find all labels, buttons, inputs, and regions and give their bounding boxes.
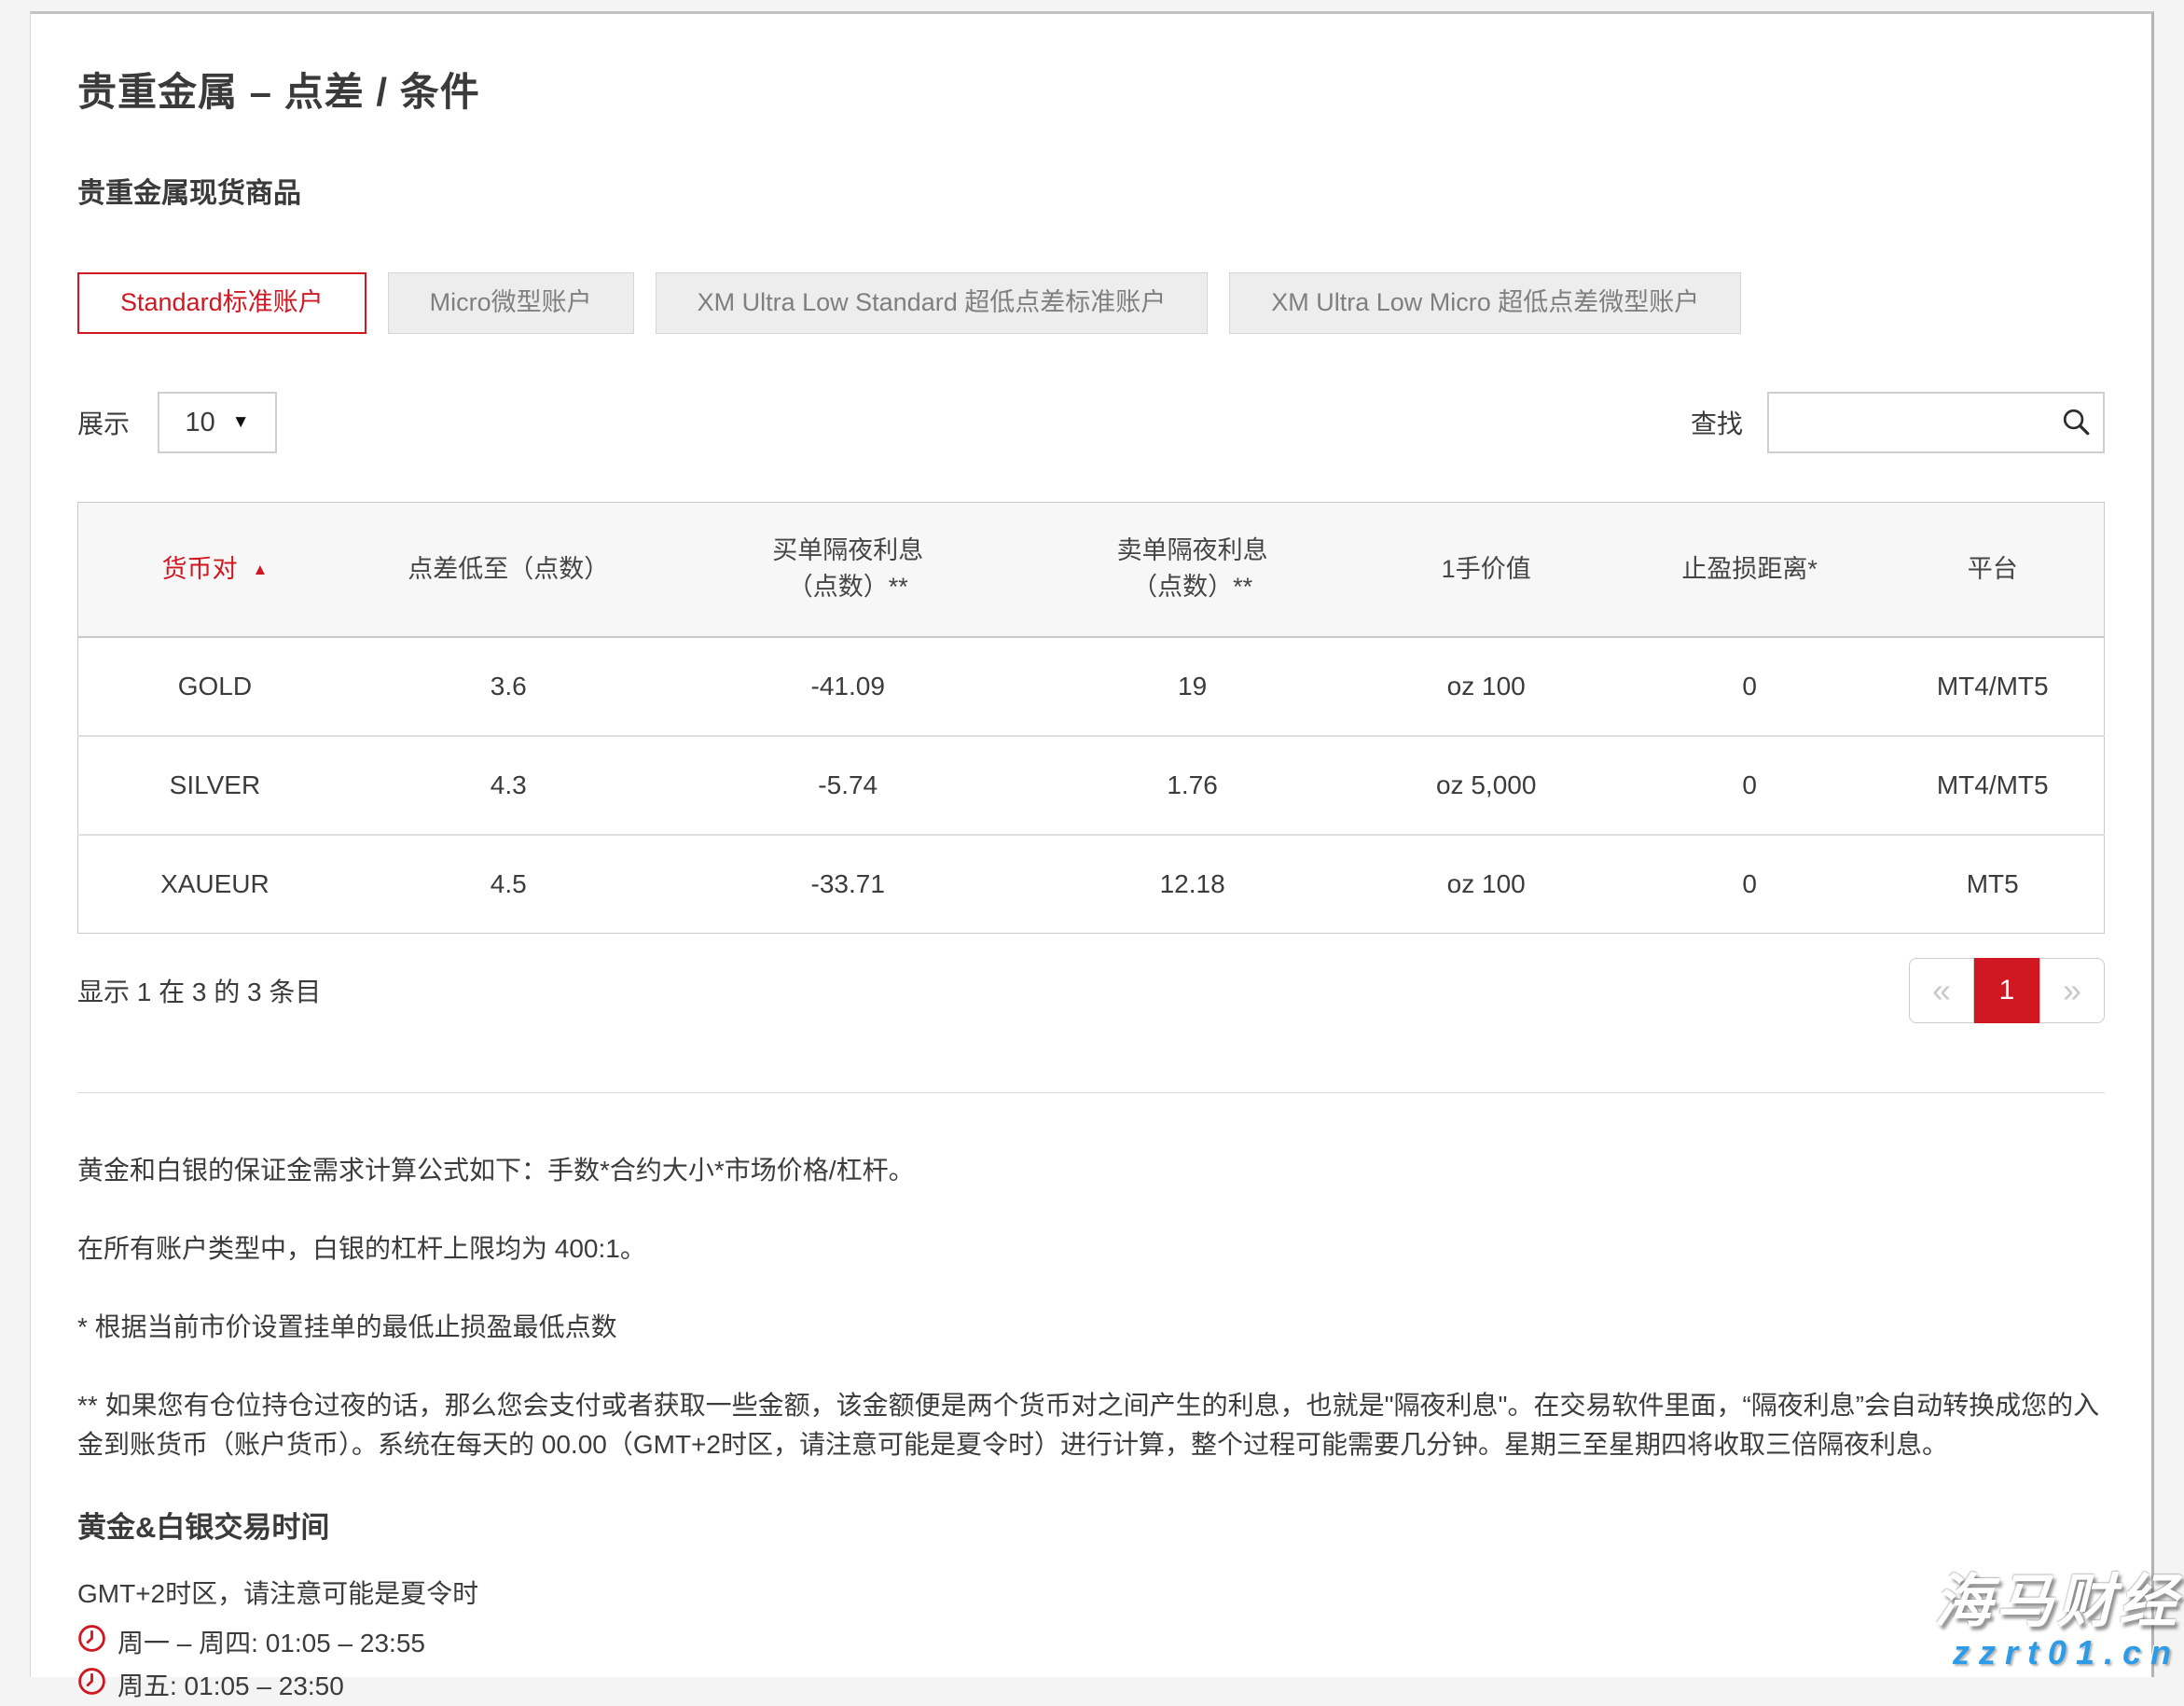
- schedule-fri: 周五: 01:05 – 23:50: [77, 1663, 2105, 1706]
- cell-swap-long: -33.71: [666, 835, 1030, 934]
- pagination-prev-button[interactable]: «: [1909, 958, 1974, 1023]
- search-icon: [2060, 406, 2092, 442]
- tab-ultra-low-standard-account[interactable]: XM Ultra Low Standard 超低点差标准账户: [656, 272, 1209, 334]
- cell-swap-short: 1.76: [1030, 736, 1355, 835]
- column-header-spread[interactable]: 点差低至（点数）: [352, 503, 666, 637]
- clock-icon: [77, 1624, 106, 1659]
- stop-level-footnote: * 根据当前市价设置挂单的最低止损盈最低点数: [77, 1308, 2105, 1347]
- column-header-symbol[interactable]: 货币对▲: [78, 503, 352, 637]
- instruments-table: 货币对▲ 点差低至（点数） 买单隔夜利息 （点数）** 卖单隔夜利息 （点数）*…: [77, 502, 2105, 934]
- cell-lot-value: oz 5,000: [1354, 736, 1617, 835]
- margin-formula-note: 黄金和白银的保证金需求计算公式如下：手数*合约大小*市场价格/杠杆。: [77, 1151, 2105, 1190]
- sort-asc-icon: ▲: [253, 561, 269, 578]
- column-header-swap-short[interactable]: 卖单隔夜利息 （点数）**: [1030, 503, 1355, 637]
- clock-icon: [77, 1667, 106, 1702]
- cell-spread: 4.3: [352, 736, 666, 835]
- show-entries-label: 展示: [77, 404, 130, 441]
- page-title: 贵重金属 – 点差 / 条件: [77, 61, 2105, 118]
- cell-limit-stop: 0: [1618, 835, 1881, 934]
- section-divider: [77, 1092, 2105, 1093]
- entries-summary: 显示 1 在 3 的 3 条目: [77, 972, 321, 1009]
- table-row-silver: SILVER 4.3 -5.74 1.76 oz 5,000 0 MT4/MT5: [78, 736, 2105, 835]
- cell-spread: 3.6: [352, 637, 666, 736]
- cell-platform: MT4/MT5: [1881, 736, 2104, 835]
- search-label: 查找: [1691, 404, 1743, 441]
- double-chevron-left-icon: «: [1932, 971, 1951, 1010]
- notes-section: 黄金和白银的保证金需求计算公式如下：手数*合约大小*市场价格/杠杆。 在所有账户…: [77, 1151, 2105, 1464]
- pagination-next-button[interactable]: »: [2039, 958, 2105, 1023]
- page-size-dropdown[interactable]: 10 ▼: [158, 392, 277, 453]
- double-chevron-right-icon: »: [2063, 971, 2081, 1010]
- table-header-row: 货币对▲ 点差低至（点数） 买单隔夜利息 （点数）** 卖单隔夜利息 （点数）*…: [78, 503, 2105, 637]
- column-header-swap-long[interactable]: 买单隔夜利息 （点数）**: [666, 503, 1030, 637]
- content-panel: 贵重金属 – 点差 / 条件 贵重金属现货商品 Standard标准账户 Mic…: [30, 11, 2154, 1677]
- trading-schedule: 周一 – 周四: 01:05 – 23:55 周五: 01:05 – 23:50: [77, 1620, 2105, 1706]
- silver-leverage-note: 在所有账户类型中，白银的杠杆上限均为 400:1。: [77, 1229, 2105, 1269]
- search-input[interactable]: [1767, 392, 2105, 453]
- pagination-page-1-button[interactable]: 1: [1974, 958, 2039, 1023]
- cell-platform: MT4/MT5: [1881, 637, 2104, 736]
- cell-symbol: XAUEUR: [78, 835, 352, 934]
- table-row-gold: GOLD 3.6 -41.09 19 oz 100 0 MT4/MT5: [78, 637, 2105, 736]
- page-size-value: 10: [185, 408, 214, 438]
- cell-limit-stop: 0: [1618, 637, 1881, 736]
- table-row-xaueur: XAUEUR 4.5 -33.71 12.18 oz 100 0 MT5: [78, 835, 2105, 934]
- column-header-lot-value[interactable]: 1手价值: [1354, 503, 1617, 637]
- column-header-limit-stop-level[interactable]: 止盈损距离*: [1618, 503, 1881, 637]
- cell-limit-stop: 0: [1618, 736, 1881, 835]
- trading-hours-heading: 黄金&白银交易时间: [77, 1504, 2105, 1546]
- cell-lot-value: oz 100: [1354, 835, 1617, 934]
- schedule-text: 周一 – 周四: 01:05 – 23:55: [117, 1623, 425, 1660]
- column-header-platform[interactable]: 平台: [1881, 503, 2104, 637]
- page-subtitle: 贵重金属现货商品: [77, 170, 2105, 211]
- cell-swap-short: 12.18: [1030, 835, 1355, 934]
- cell-symbol: SILVER: [78, 736, 352, 835]
- cell-platform: MT5: [1881, 835, 2104, 934]
- schedule-mon-thu: 周一 – 周四: 01:05 – 23:55: [77, 1620, 2105, 1663]
- cell-swap-long: -5.74: [666, 736, 1030, 835]
- cell-symbol: GOLD: [78, 637, 352, 736]
- tab-micro-account[interactable]: Micro微型账户: [388, 272, 634, 334]
- schedule-text: 周五: 01:05 – 23:50: [117, 1666, 344, 1703]
- tab-ultra-low-micro-account[interactable]: XM Ultra Low Micro 超低点差微型账户: [1229, 272, 1741, 334]
- table-controls: 展示 10 ▼ 查找: [77, 392, 2105, 453]
- pagination: « 1 »: [1909, 958, 2105, 1023]
- timezone-note: GMT+2时区，请注意可能是夏令时: [77, 1574, 2105, 1611]
- chevron-down-icon: ▼: [232, 412, 250, 433]
- tab-standard-account[interactable]: Standard标准账户: [77, 272, 366, 334]
- cell-lot-value: oz 100: [1354, 637, 1617, 736]
- table-footer: 显示 1 在 3 的 3 条目 « 1 »: [77, 958, 2105, 1023]
- cell-swap-long: -41.09: [666, 637, 1030, 736]
- cell-spread: 4.5: [352, 835, 666, 934]
- account-type-tabs: Standard标准账户 Micro微型账户 XM Ultra Low Stan…: [77, 272, 2105, 334]
- swap-explanation-footnote: ** 如果您有仓位持仓过夜的话，那么您会支付或者获取一些金额，该金额便是两个货币…: [77, 1386, 2105, 1464]
- cell-swap-short: 19: [1030, 637, 1355, 736]
